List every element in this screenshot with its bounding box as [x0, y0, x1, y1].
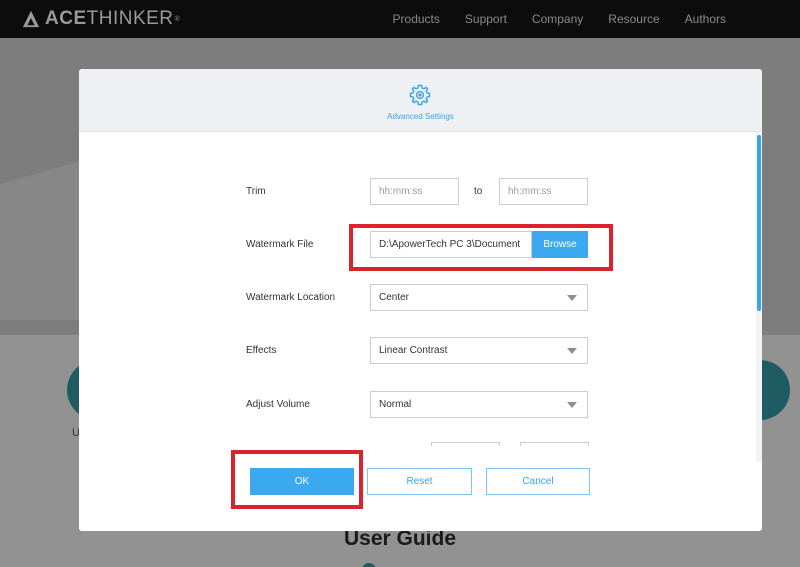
nav-item-products[interactable]: Products: [393, 12, 440, 26]
gear-icon: [409, 84, 431, 106]
adjust-volume-select[interactable]: Normal: [370, 391, 588, 418]
chevron-down-icon: [567, 402, 577, 408]
browse-button[interactable]: Browse: [532, 231, 588, 258]
reset-button[interactable]: Reset: [367, 468, 472, 495]
effects-label: Effects: [246, 345, 277, 356]
logo-triangle-icon: [22, 10, 40, 28]
nav-menu: Products Support Company Resource Author…: [368, 0, 726, 38]
scrollbar-thumb[interactable]: [757, 135, 761, 311]
top-nav: ACETHINKER ® Products Support Company Re…: [0, 0, 800, 38]
dialog-title: Advanced Settings: [387, 112, 454, 121]
trim-end-input[interactable]: hh:mm:ss: [499, 178, 588, 205]
watermark-file-label: Watermark File: [246, 239, 314, 250]
dialog-header: Advanced Settings: [79, 69, 762, 132]
registered-mark: ®: [174, 15, 180, 23]
watermark-location-value: Center: [379, 292, 410, 303]
trim-to-label: to: [474, 186, 483, 197]
nav-item-company[interactable]: Company: [532, 12, 583, 26]
effects-select[interactable]: Linear Contrast: [370, 337, 588, 364]
nav-item-authors[interactable]: Authors: [685, 12, 726, 26]
watermark-location-label: Watermark Location: [246, 292, 336, 303]
advanced-settings-dialog: Advanced Settings Trim hh:mm:ss to hh:mm…: [79, 69, 762, 531]
effects-value: Linear Contrast: [379, 345, 448, 356]
adjust-volume-value: Normal: [379, 399, 412, 410]
logo-text: ACETHINKER: [45, 8, 174, 29]
nav-item-resource[interactable]: Resource: [608, 12, 659, 26]
acethinker-logo[interactable]: ACETHINKER ®: [22, 9, 180, 29]
cancel-button[interactable]: Cancel: [486, 468, 590, 495]
ok-button[interactable]: OK: [250, 468, 354, 495]
trim-start-input[interactable]: hh:mm:ss: [370, 178, 459, 205]
chevron-down-icon: [567, 295, 577, 301]
chevron-down-icon: [567, 348, 577, 354]
trim-label: Trim: [246, 186, 266, 197]
nav-item-support[interactable]: Support: [465, 12, 507, 26]
watermark-location-select[interactable]: Center: [370, 284, 588, 311]
watermark-file-input[interactable]: D:\ApowerTech PC 3\Document: [370, 231, 532, 258]
adjust-volume-label: Adjust Volume: [246, 399, 310, 410]
